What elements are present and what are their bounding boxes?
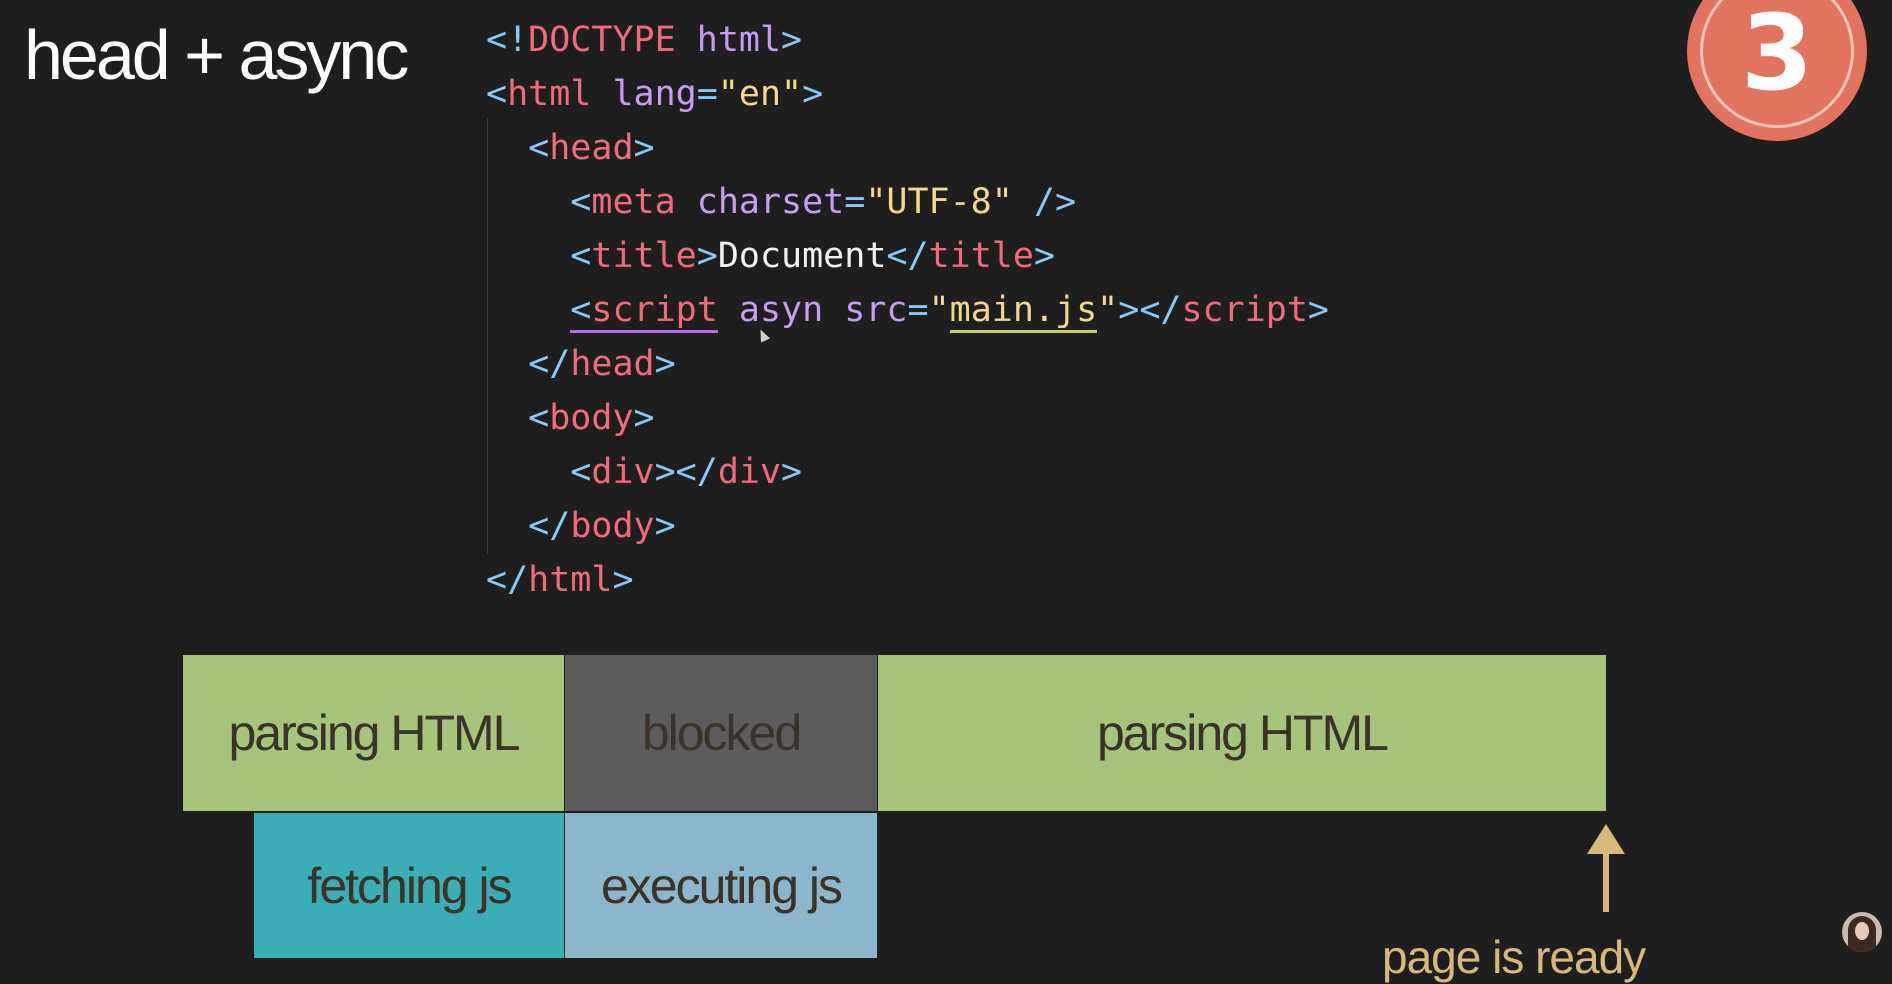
token-bracket: > [781, 452, 803, 492]
slide-title: head + async [24, 16, 409, 94]
code-line-script: <script asyn src="main.js"></script> [486, 283, 1329, 337]
timeline-parsing-html-block-2: parsing HTML [878, 655, 1606, 811]
token-bracket: > [1118, 290, 1140, 330]
token-tag: title [591, 236, 697, 276]
token-bracket: <! [486, 20, 529, 60]
token-bracket: < [528, 128, 550, 168]
token-tag: html [507, 74, 592, 114]
token-attr: src [823, 290, 908, 330]
token-quote: " [928, 290, 950, 330]
avatar-face [1855, 922, 1869, 940]
timeline-executing-js-block: executing js [565, 813, 877, 958]
timeline-fetching-js-block: fetching js [254, 813, 564, 958]
token-tag: title [928, 236, 1034, 276]
token-bracket: > [696, 236, 718, 276]
token-bracket: ></ [654, 452, 718, 492]
token-bracket: > [1033, 236, 1055, 276]
token-tag: head [549, 128, 634, 168]
token-string-src: main.js [949, 290, 1098, 333]
code-line-meta: <meta charset="UTF-8" /> [486, 175, 1329, 229]
token-tag: head [570, 344, 655, 384]
timeline-blocked-block: blocked [565, 655, 877, 811]
timeline-parsing-html-block-1: parsing HTML [183, 655, 564, 811]
token-attr-async: asyn [738, 290, 824, 330]
token-bracket: </ [1139, 290, 1182, 330]
code-line-head-close: </head> [486, 337, 1329, 391]
token-bracket: </ [886, 236, 929, 276]
token-bracket: > [633, 398, 655, 438]
page-ready-label: page is ready [1382, 931, 1646, 983]
token-string: "en" [717, 74, 803, 114]
code-line-div: <div></div> [486, 445, 1329, 499]
code-line-title: <title>Document</title> [486, 229, 1329, 283]
code-block: <!DOCTYPE html> <html lang="en"> <head> … [486, 13, 1329, 607]
code-line-head-open: <head> [486, 121, 1329, 175]
token-bracket: < [570, 290, 592, 330]
token-bracket: < [486, 74, 508, 114]
token-text: Document [717, 236, 887, 276]
token-tag: script [591, 290, 718, 330]
token-tag: script [1181, 290, 1308, 330]
token-eq: = [696, 74, 718, 114]
token-bracket: </ [528, 506, 571, 546]
token-attr: lang [591, 74, 697, 114]
token-tag: body [549, 398, 634, 438]
token-bracket: > [654, 344, 676, 384]
code-line-body-open: <body> [486, 391, 1329, 445]
token-bracket: > [781, 20, 803, 60]
token-bracket: > [633, 128, 655, 168]
token-tag: div [717, 452, 782, 492]
badge-number: 3 [1740, 0, 1814, 114]
token-bracket: < [570, 182, 592, 222]
token-tag: div [591, 452, 655, 492]
code-line-html-open: <html lang="en"> [486, 67, 1329, 121]
token-quote: " [1097, 290, 1119, 330]
token-bracket: > [1307, 290, 1329, 330]
token-tag: body [570, 506, 655, 546]
token-bracket: > [612, 560, 634, 600]
squiggle-underline-script: <script [570, 290, 718, 333]
token-attr: charset [675, 182, 845, 222]
step-number-badge: 3 [1692, 0, 1862, 136]
token-eq: = [907, 290, 929, 330]
token-tag: meta [591, 182, 676, 222]
code-line-doctype: <!DOCTYPE html> [486, 13, 1329, 67]
token-attr: html [675, 20, 782, 60]
token-bracket: </ [528, 344, 571, 384]
token-tag: html [528, 560, 613, 600]
token-bracket: /> [1012, 182, 1077, 222]
token-bracket: < [570, 236, 592, 276]
token-bracket: > [802, 74, 824, 114]
up-arrow-shaft [1603, 850, 1609, 912]
code-line-html-close: </html> [486, 553, 1329, 607]
token-bracket: < [528, 398, 550, 438]
code-line-body-close: </body> [486, 499, 1329, 553]
token-bracket: </ [486, 560, 529, 600]
token-eq: = [844, 182, 866, 222]
token-bracket: > [654, 506, 676, 546]
token-doctype: DOCTYPE [528, 20, 676, 60]
token-bracket: < [570, 452, 592, 492]
presenter-avatar [1842, 912, 1882, 952]
token-string: "UTF-8" [865, 182, 1013, 222]
